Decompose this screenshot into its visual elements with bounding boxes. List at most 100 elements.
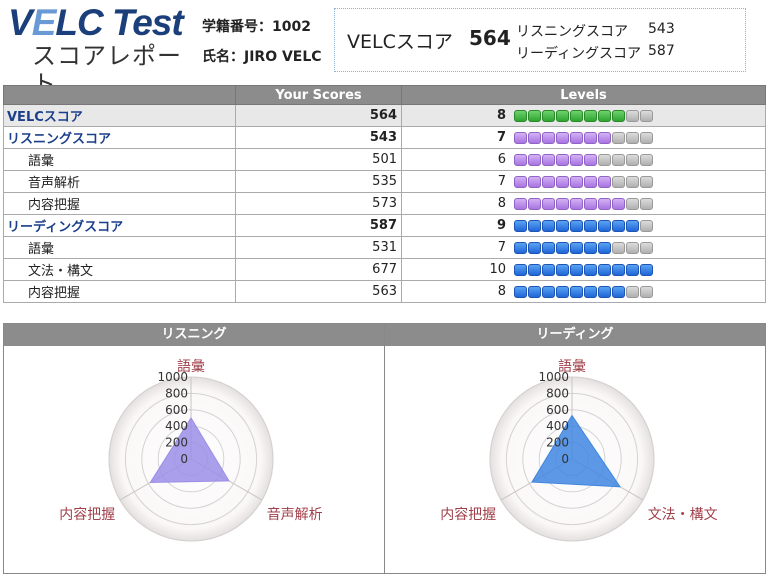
radar-axis-label: 文法・構文 <box>648 507 718 523</box>
level-block-filled <box>598 175 611 188</box>
velc-score-label: VELCスコア <box>347 31 453 53</box>
level-block-filled <box>514 175 527 188</box>
row-level-cell: 6 <box>401 148 766 171</box>
row-level-cell: 9 <box>401 214 766 237</box>
level-block-empty <box>640 219 653 232</box>
reading-summary: リーディングスコア 587 <box>516 43 675 62</box>
listening-summary-value: 543 <box>648 21 675 37</box>
level-block-filled <box>542 263 555 276</box>
level-block-filled <box>556 153 569 166</box>
level-block-empty <box>612 175 625 188</box>
level-block-filled <box>612 285 625 298</box>
level-bar <box>514 175 654 188</box>
level-block-filled <box>528 219 541 232</box>
level-number: 7 <box>496 130 506 145</box>
level-block-filled <box>556 241 569 254</box>
level-number: 8 <box>496 108 506 123</box>
level-block-filled <box>556 285 569 298</box>
table-row: 語彙 501 6 <box>3 148 766 171</box>
level-block-filled <box>584 153 597 166</box>
level-block-filled <box>584 241 597 254</box>
level-block-filled <box>514 219 527 232</box>
row-name: 内容把握 <box>3 280 236 303</box>
row-name: 語彙 <box>3 148 236 171</box>
level-block-empty <box>640 109 653 122</box>
level-number: 8 <box>497 196 506 211</box>
level-number: 10 <box>489 262 506 277</box>
level-block-filled <box>528 285 541 298</box>
radar-tick-label: 400 <box>546 419 569 433</box>
table-row: リスニングスコア 543 7 <box>3 126 766 149</box>
level-bar <box>514 263 654 276</box>
level-block-filled <box>598 197 611 210</box>
level-bar <box>514 219 654 232</box>
level-block-filled <box>542 285 555 298</box>
level-block-filled <box>584 197 597 210</box>
level-block-filled <box>514 197 527 210</box>
radar-axis-label: 内容把握 <box>440 506 496 523</box>
level-block-empty <box>640 153 653 166</box>
row-score: 531 <box>235 236 402 259</box>
reading-summary-value: 587 <box>648 43 675 59</box>
radar-tick-label: 0 <box>180 452 188 466</box>
row-score: 564 <box>235 104 402 127</box>
level-block-filled <box>514 153 527 166</box>
row-score: 501 <box>235 148 402 171</box>
row-level-cell: 7 <box>401 170 766 193</box>
level-block-filled <box>528 175 541 188</box>
row-name: 音声解析 <box>3 170 236 193</box>
row-name: VELCスコア <box>3 104 236 127</box>
level-block-filled <box>626 219 639 232</box>
level-number: 7 <box>497 174 506 189</box>
score-table: Your Scores Levels VELCスコア 564 8 リスニングスコア 54… <box>3 85 766 303</box>
radar-tick-label: 600 <box>165 403 188 417</box>
table-row: VELCスコア 564 8 <box>3 104 766 127</box>
radar-tick-label: 800 <box>546 386 569 400</box>
level-block-filled <box>612 109 625 122</box>
row-name: リスニングスコア <box>3 126 236 149</box>
table-row: 内容把握 573 8 <box>3 192 766 215</box>
level-block-filled <box>570 197 583 210</box>
level-block-filled <box>584 263 597 276</box>
radar-axis-label: 内容把握 <box>59 506 115 523</box>
level-bar <box>514 131 654 144</box>
header-levels: Levels <box>401 85 766 105</box>
level-block-filled <box>584 175 597 188</box>
level-block-filled <box>542 109 555 122</box>
level-block-filled <box>542 131 555 144</box>
row-level-cell: 7 <box>401 236 766 259</box>
level-number: 7 <box>497 240 506 255</box>
level-bar <box>514 197 654 210</box>
level-block-filled <box>598 285 611 298</box>
row-name: 内容把握 <box>3 192 236 215</box>
level-bar <box>514 109 654 122</box>
level-block-filled <box>570 285 583 298</box>
row-level-cell: 8 <box>401 104 766 127</box>
reading-chart-title: リーディング <box>385 324 765 346</box>
level-block-filled <box>556 109 569 122</box>
velc-score-value: 564 <box>469 26 511 50</box>
table-row: 語彙 531 7 <box>3 236 766 259</box>
level-block-filled <box>528 241 541 254</box>
level-block-filled <box>542 153 555 166</box>
level-block-empty <box>640 241 653 254</box>
level-number: 6 <box>497 152 506 167</box>
level-block-filled <box>514 131 527 144</box>
level-block-filled <box>598 219 611 232</box>
radar-axis-label: 語彙 <box>177 359 205 375</box>
level-block-empty <box>612 241 625 254</box>
row-level-cell: 8 <box>401 192 766 215</box>
radar-tick-label: 0 <box>561 452 569 466</box>
level-block-filled <box>570 241 583 254</box>
listening-radar-chart: 02004006008001000語彙音声解析内容把握 <box>59 359 323 542</box>
level-block-empty <box>598 153 611 166</box>
level-block-filled <box>556 219 569 232</box>
radar-axis-label: 語彙 <box>558 359 586 375</box>
row-level-cell: 10 <box>401 258 766 281</box>
listening-chart-panel: リスニング 0 200 400 600 800 1000 語彙 音声解析 内容把握 <box>3 323 385 574</box>
level-block-filled <box>514 109 527 122</box>
level-block-empty <box>626 153 639 166</box>
level-block-filled <box>542 219 555 232</box>
row-score: 563 <box>235 280 402 303</box>
level-block-filled <box>542 197 555 210</box>
